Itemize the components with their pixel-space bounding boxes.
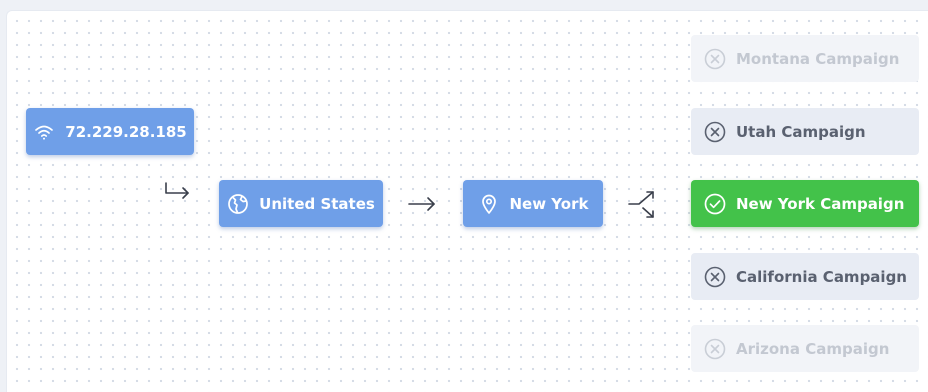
campaign-label: Montana Campaign xyxy=(736,49,900,68)
globe-icon xyxy=(227,193,249,215)
campaign-label: Utah Campaign xyxy=(736,122,866,141)
campaign-california: California Campaign xyxy=(691,253,919,300)
x-circle-icon xyxy=(704,121,726,143)
campaign-arizona: Arizona Campaign xyxy=(691,325,919,372)
campaign-new-york: New York Campaign xyxy=(691,180,919,227)
region-label: New York xyxy=(509,194,589,213)
wifi-icon xyxy=(33,121,55,143)
hook-arrow-icon xyxy=(165,182,189,199)
location-pin-icon xyxy=(478,193,500,215)
campaign-label: Arizona Campaign xyxy=(736,339,890,358)
split-arrow-icon xyxy=(628,191,654,218)
country-label: United States xyxy=(259,194,375,213)
campaign-utah: Utah Campaign xyxy=(691,108,919,155)
campaign-montana: Montana Campaign xyxy=(691,35,919,82)
ip-address-label: 72.229.28.185 xyxy=(65,122,187,141)
country-node: United States xyxy=(219,180,383,227)
region-node: New York xyxy=(463,180,603,227)
x-circle-icon xyxy=(704,266,726,288)
x-circle-icon xyxy=(704,338,726,360)
campaign-label: New York Campaign xyxy=(736,194,905,213)
x-circle-icon xyxy=(704,48,726,70)
ip-address-node: 72.229.28.185 xyxy=(26,108,194,155)
right-arrow-icon xyxy=(408,197,435,211)
check-circle-icon xyxy=(704,193,726,215)
campaign-label: California Campaign xyxy=(736,267,907,286)
